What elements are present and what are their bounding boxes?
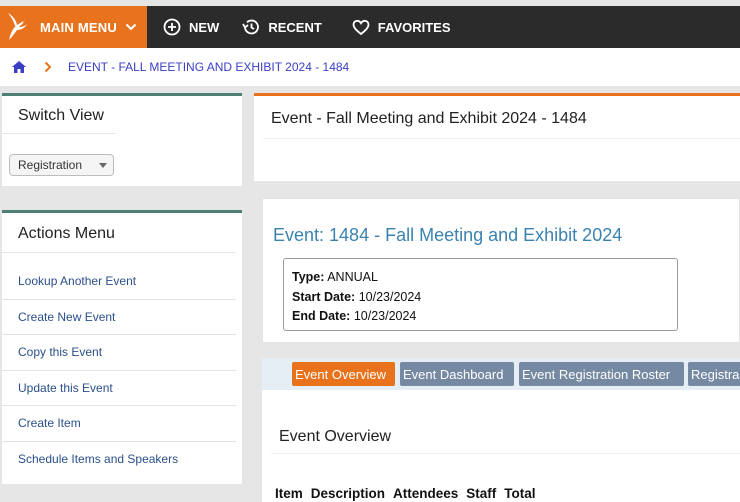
tab-registrations[interactable]: Registra: [688, 362, 740, 386]
main-menu-label: MAIN MENU: [40, 19, 117, 35]
actions-menu-list: Lookup Another Event Create New Event Co…: [2, 264, 242, 477]
title-divider: [263, 138, 740, 139]
action-copy-this-event[interactable]: Copy this Event: [2, 335, 236, 371]
table-header: Item Description Attendees Staff Total: [275, 486, 544, 501]
event-end-row: End Date: 10/23/2024: [292, 307, 677, 327]
column-header-item: Item: [275, 486, 303, 501]
event-start-label: Start Date:: [292, 289, 356, 304]
breadcrumb-current[interactable]: EVENT - FALL MEETING AND EXHIBIT 2024 - …: [68, 60, 349, 74]
recent-nav-label: RECENT: [268, 19, 322, 35]
view-select-value: Registration: [18, 158, 83, 172]
event-heading-suffix: - Fall Meeting and Exhibit 2024: [369, 225, 623, 245]
action-schedule-items-speakers[interactable]: Schedule Items and Speakers: [2, 442, 236, 478]
column-header-staff: Staff: [466, 486, 497, 501]
event-heading: Event: 1484 - Fall Meeting and Exhibit 2…: [273, 225, 622, 246]
column-header-total: Total: [504, 486, 536, 501]
column-header-attendees: Attendees: [393, 486, 459, 501]
new-nav-item[interactable]: NEW: [163, 18, 219, 36]
action-create-new-event[interactable]: Create New Event: [2, 300, 236, 335]
top-nav-bar: MAIN MENU NEW RECENT FAVORITES: [0, 6, 740, 48]
event-heading-prefix: Event:: [273, 225, 330, 245]
tab-event-overview[interactable]: Event Overview: [292, 362, 395, 386]
section-divider: [271, 453, 740, 454]
section-title: Event Overview: [279, 428, 392, 445]
event-details-box: Type: ANNUAL Start Date: 10/23/2024 End …: [283, 258, 678, 331]
event-id: 1484: [329, 225, 370, 245]
event-type-row: Type: ANNUAL: [292, 268, 677, 288]
switch-view-panel: Switch View Registration: [2, 93, 242, 186]
hummingbird-logo-icon: [0, 6, 34, 48]
chevron-down-icon: [125, 23, 137, 31]
history-icon: [242, 19, 260, 35]
new-nav-label: NEW: [189, 19, 220, 35]
tab-strip: Event Overview Event Dashboard Event Reg…: [262, 358, 740, 390]
event-start-value: 10/23/2024: [358, 289, 422, 304]
action-update-this-event[interactable]: Update this Event: [2, 371, 236, 406]
event-type-label: Type:: [292, 270, 325, 284]
event-start-row: Start Date: 10/23/2024: [292, 288, 677, 308]
event-type-value: ANNUAL: [327, 270, 378, 284]
column-header-description: Description: [310, 486, 386, 501]
favorites-nav-item[interactable]: FAVORITES: [352, 19, 451, 36]
view-select[interactable]: Registration: [9, 154, 114, 176]
main-title-card: Event - Fall Meeting and Exhibit 2024 - …: [254, 93, 740, 181]
tabs-section: Event Overview Event Dashboard Event Reg…: [262, 358, 740, 502]
favorites-nav-label: FAVORITES: [377, 19, 451, 35]
actions-menu-panel: Actions Menu Lookup Another Event Create…: [2, 210, 242, 484]
main-menu-button[interactable]: MAIN MENU: [0, 6, 147, 48]
action-create-item[interactable]: Create Item: [2, 406, 236, 442]
caret-down-icon: [99, 163, 107, 168]
tab-event-registration-roster[interactable]: Event Registration Roster: [519, 362, 684, 386]
event-info-card: Event: 1484 - Fall Meeting and Exhibit 2…: [262, 198, 740, 343]
plus-circle-icon: [163, 18, 181, 36]
action-lookup-another-event[interactable]: Lookup Another Event: [2, 264, 236, 300]
event-end-label: End Date:: [292, 309, 351, 323]
chevron-right-icon: [44, 61, 52, 73]
recent-nav-item[interactable]: RECENT: [241, 18, 322, 36]
switch-view-title: Switch View: [2, 96, 116, 134]
tab-event-dashboard[interactable]: Event Dashboard: [400, 362, 514, 386]
heart-icon: [352, 19, 370, 35]
event-end-value: 10/23/2024: [353, 309, 417, 323]
actions-menu-title: Actions Menu: [2, 213, 236, 253]
home-icon[interactable]: [11, 60, 27, 74]
breadcrumb: EVENT - FALL MEETING AND EXHIBIT 2024 - …: [0, 48, 740, 86]
page-title: Event - Fall Meeting and Exhibit 2024 - …: [271, 110, 587, 127]
